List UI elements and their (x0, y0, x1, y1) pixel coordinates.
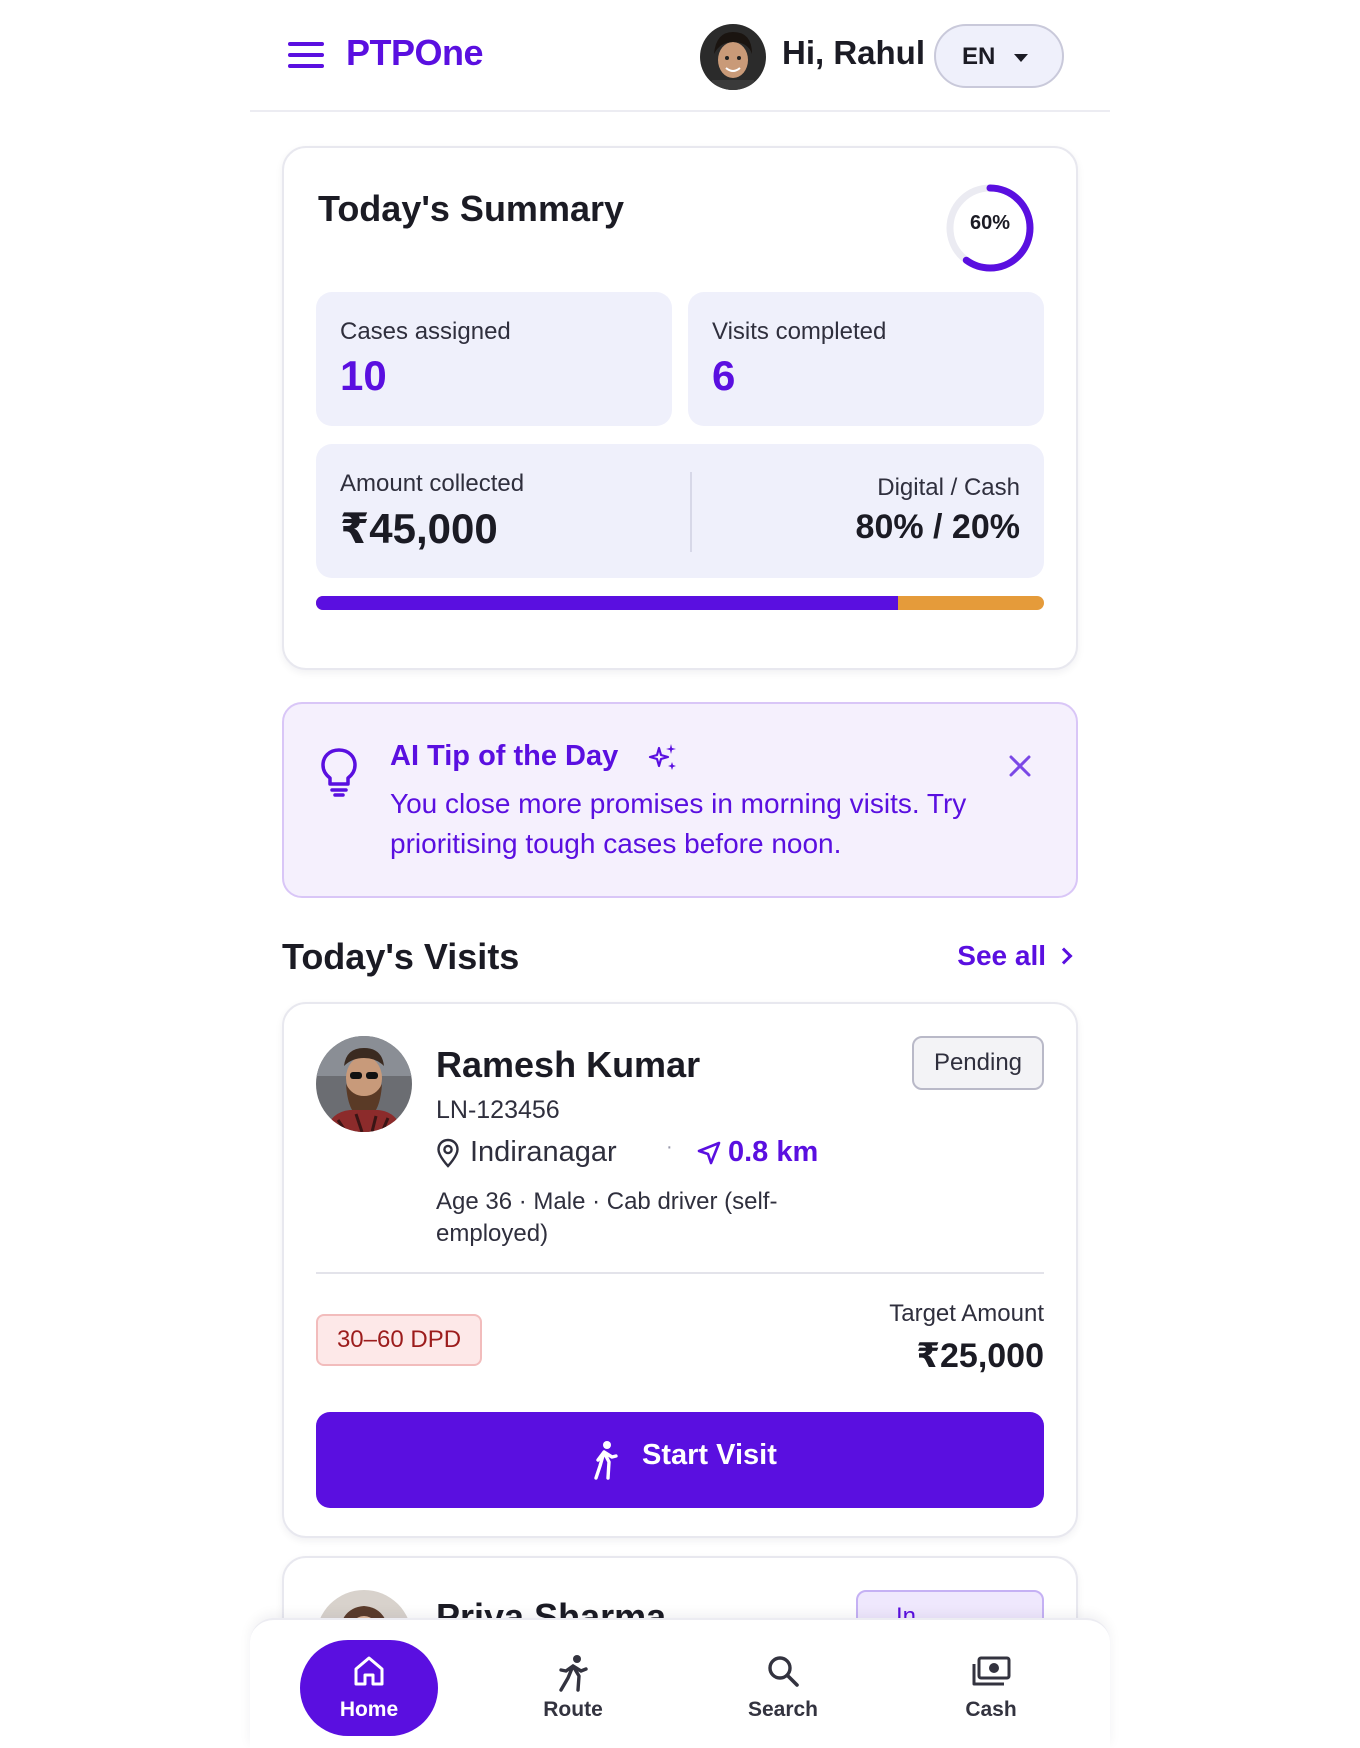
walking-person-icon (594, 1441, 618, 1480)
brand-logo: PTPOne (346, 32, 484, 73)
visits-completed-label: Visits completed (712, 318, 887, 345)
search-icon (768, 1656, 799, 1687)
see-all-link[interactable]: See all (957, 940, 1073, 972)
close-icon[interactable] (1006, 752, 1034, 780)
digital-share-fill (316, 596, 899, 610)
visits-completed-tile: Visits completed 6 (688, 292, 1044, 426)
home-icon (354, 1656, 384, 1686)
customer-area: Indiranagar (470, 1136, 617, 1168)
dpd-badge: 30–60 DPD (316, 1314, 482, 1366)
top-bar: PTPOne Hi, Rahul EN (250, 0, 1110, 112)
runner-icon (559, 1655, 588, 1692)
nav-search[interactable]: Search (714, 1640, 852, 1736)
nav-route[interactable]: Route (504, 1640, 642, 1736)
progress-ring: 60% (944, 182, 1036, 274)
visits-section-title: Today's Visits (282, 936, 520, 977)
customer-distance: 0.8 km (728, 1136, 819, 1168)
navigation-arrow-icon (697, 1141, 721, 1165)
ai-tip-title: AI Tip of the Day (390, 740, 619, 772)
start-visit-label: Start Visit (642, 1439, 777, 1471)
nav-home[interactable]: Home (300, 1640, 438, 1736)
card-divider (316, 1272, 1044, 1274)
see-all-label: See all (957, 940, 1046, 971)
language-value: EN (962, 43, 996, 70)
lightbulb-icon (321, 748, 357, 797)
bottom-navigation: Home Route Search Cash (250, 1618, 1110, 1748)
nav-cash-label: Cash (965, 1698, 1017, 1721)
ai-tip-body: You close more promises in morning visit… (390, 788, 967, 859)
amount-collected-tile: Amount collected ₹45,000 Digital / Cash … (316, 444, 1044, 578)
target-amount-label: Target Amount (889, 1300, 1044, 1327)
ai-tip-banner: AI Tip of the Day You close more promise… (282, 702, 1078, 898)
caret-down-icon (1014, 54, 1028, 62)
app-screen: PTPOne Hi, Rahul EN Today's Summary 60% … (250, 0, 1110, 1748)
amount-collected-value: ₹45,000 (340, 505, 498, 552)
nav-route-label: Route (543, 1698, 603, 1721)
hamburger-menu-icon[interactable] (288, 42, 324, 70)
nav-home-label: Home (339, 1698, 399, 1721)
target-amount-value: ₹25,000 (916, 1337, 1044, 1375)
start-visit-button[interactable]: Start Visit (316, 1412, 1044, 1508)
loan-id: LN-123456 (436, 1096, 560, 1124)
cases-assigned-value: 10 (340, 352, 387, 399)
location-pin-icon (437, 1138, 459, 1168)
chevron-right-icon (1055, 947, 1073, 965)
sparkle-icon (648, 744, 676, 770)
nav-search-label: Search (747, 1698, 819, 1721)
customer-profile: Age 36 · Male · Cab driver (self-employe… (436, 1188, 778, 1247)
user-greeting: Hi, Rahul (782, 34, 926, 71)
payment-split-bar (316, 596, 1044, 610)
visits-completed-value: 6 (712, 352, 736, 399)
language-selector[interactable]: EN (934, 24, 1064, 88)
customer-name: Ramesh Kumar (436, 1044, 701, 1085)
cases-assigned-label: Cases assigned (340, 318, 511, 345)
cash-icon (972, 1656, 1011, 1686)
payment-split-value: 80% / 20% (855, 508, 1020, 546)
summary-card: Today's Summary 60% Cases assigned 10 Vi… (282, 146, 1078, 670)
tile-divider (690, 472, 692, 552)
cases-assigned-tile: Cases assigned 10 (316, 292, 672, 426)
nav-cash[interactable]: Cash (922, 1640, 1060, 1736)
separator-dot: · (666, 1136, 673, 1158)
customer-avatar (316, 1036, 412, 1132)
progress-ring-label: 60% (969, 212, 1011, 234)
summary-title: Today's Summary (318, 188, 624, 229)
payment-split-label: Digital / Cash (877, 474, 1020, 501)
amount-collected-label: Amount collected (340, 470, 525, 497)
status-badge: Pending (912, 1036, 1044, 1090)
user-avatar[interactable] (700, 24, 766, 90)
visit-card[interactable]: Ramesh Kumar LN-123456 Indiranagar · 0.8… (282, 1002, 1078, 1538)
